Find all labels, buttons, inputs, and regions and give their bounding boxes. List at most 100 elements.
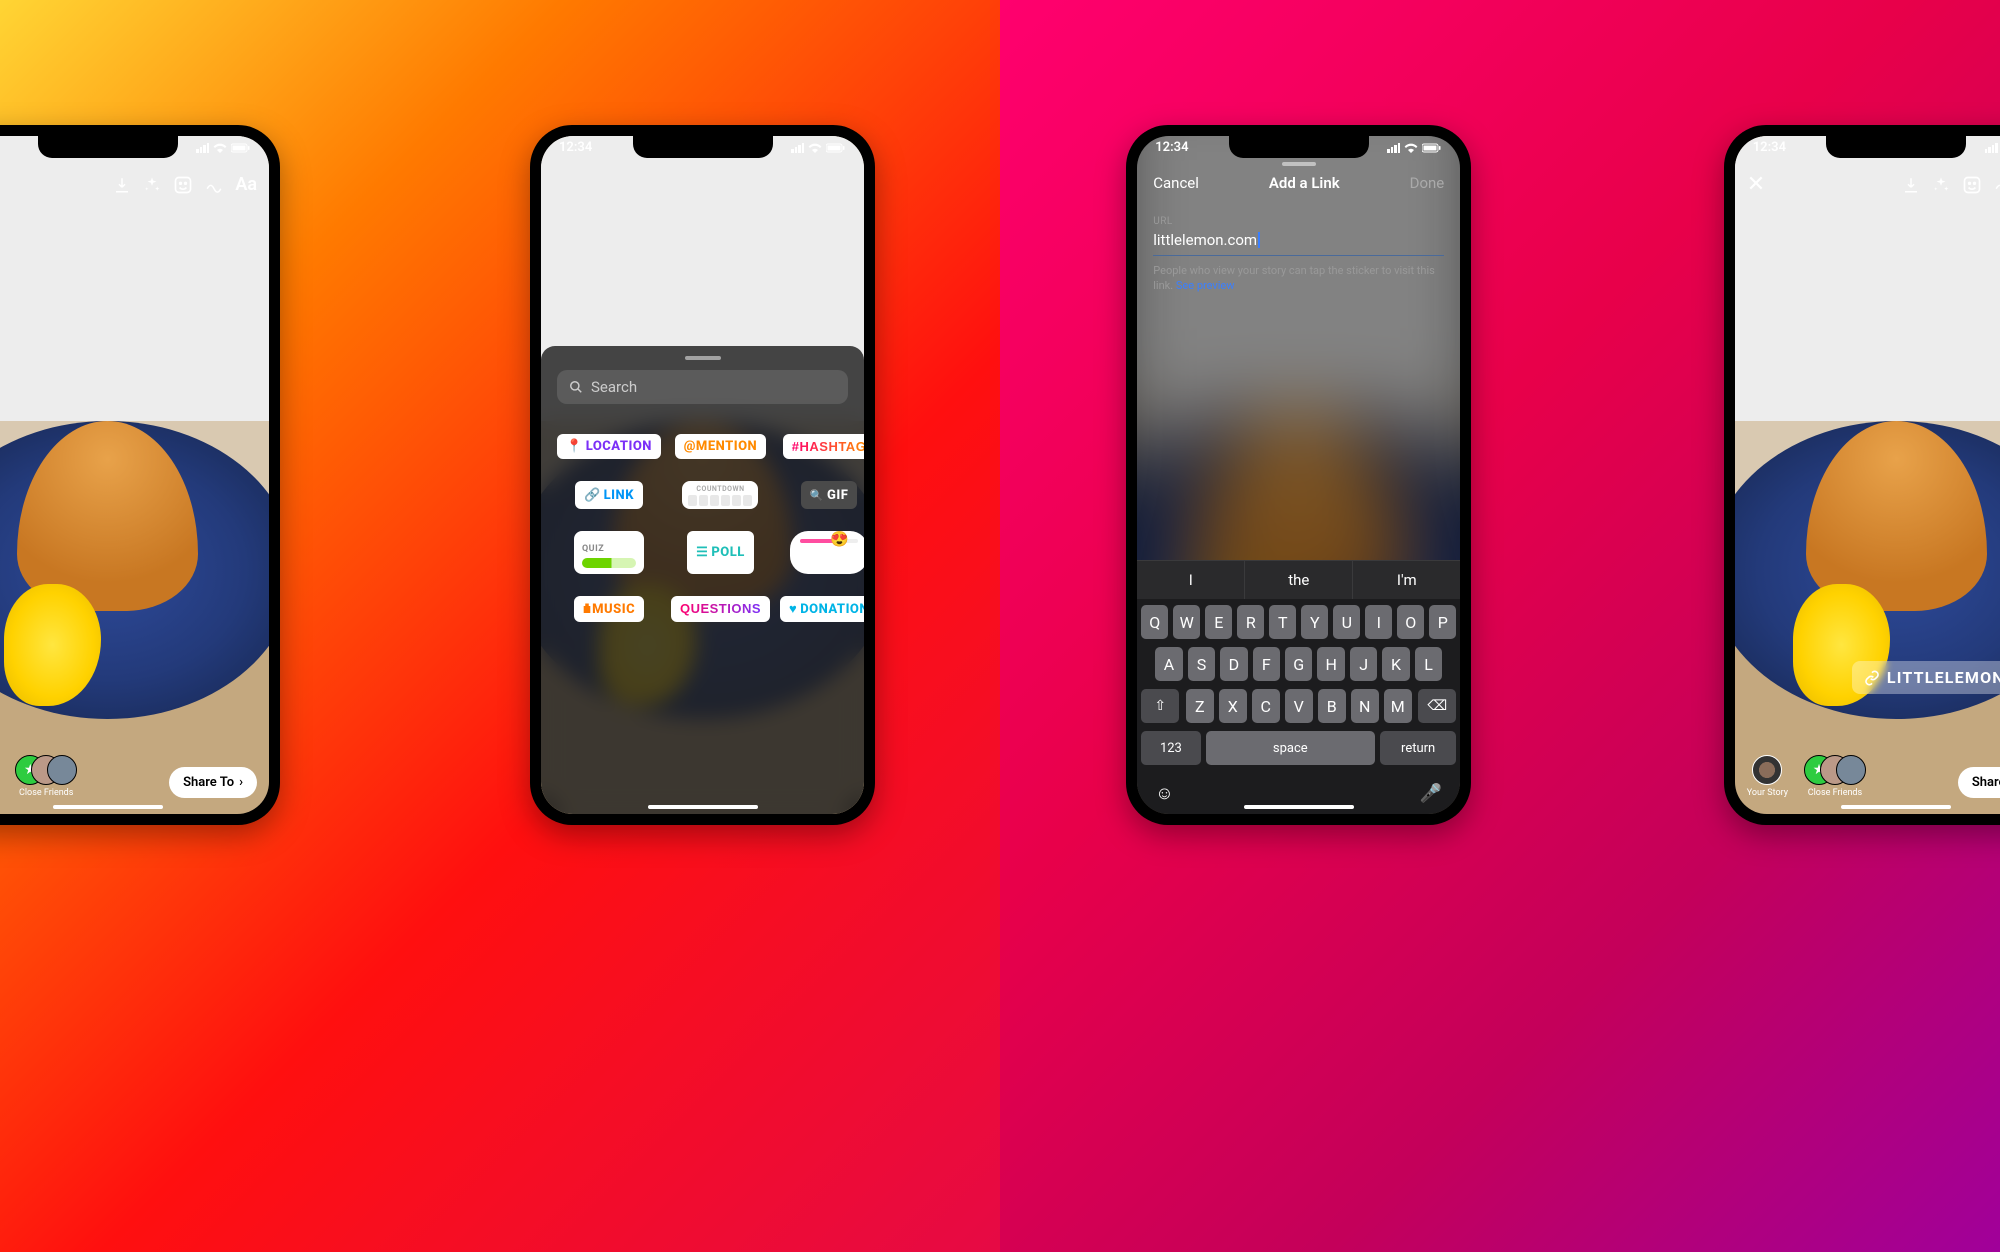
key-x[interactable]: X [1219, 689, 1247, 723]
share-to-button[interactable]: Share To › [169, 767, 257, 798]
close-friends-target[interactable]: ★ Close Friends [1804, 755, 1866, 798]
key-n[interactable]: N [1351, 689, 1379, 723]
key-k[interactable]: K [1382, 647, 1409, 681]
key-s[interactable]: S [1188, 647, 1215, 681]
story-photo [0, 136, 269, 814]
phone-editor-with-link: 12:34 ✕ Aa [1724, 125, 2000, 825]
notch [38, 136, 178, 158]
status-indicators [1985, 140, 2000, 155]
download-icon[interactable] [1902, 176, 1920, 194]
numbers-key[interactable]: 123 [1141, 731, 1200, 765]
search-icon [569, 380, 583, 394]
key-m[interactable]: M [1384, 689, 1412, 723]
sticker-donation[interactable]: ♥DONATION [780, 596, 864, 622]
home-indicator[interactable] [648, 805, 758, 809]
home-indicator[interactable] [1244, 805, 1354, 809]
sticker-music[interactable]: ıllıMUSIC [574, 596, 644, 622]
key-j[interactable]: J [1350, 647, 1377, 681]
return-key[interactable]: return [1380, 731, 1456, 765]
key-g[interactable]: G [1285, 647, 1312, 681]
cancel-button[interactable]: Cancel [1153, 174, 1199, 192]
key-e[interactable]: E [1205, 605, 1232, 639]
suggestion[interactable]: the [1245, 561, 1353, 599]
key-y[interactable]: Y [1301, 605, 1328, 639]
key-i[interactable]: I [1365, 605, 1392, 639]
key-o[interactable]: O [1397, 605, 1424, 639]
help-text: People who view your story can tap the s… [1153, 264, 1444, 294]
bars-icon: ☰ [696, 545, 708, 560]
key-q[interactable]: Q [1141, 605, 1168, 639]
share-to-button[interactable]: Share To › [1958, 767, 2000, 798]
chevron-right-icon: › [239, 775, 243, 790]
sheet-handle[interactable] [1282, 162, 1316, 166]
draw-icon[interactable] [205, 176, 223, 194]
done-button[interactable]: Done [1410, 174, 1445, 192]
key-l[interactable]: L [1415, 647, 1442, 681]
phone-editor: 12:34 ✕ Aa [0, 125, 280, 825]
sticker-search[interactable]: Search [557, 370, 848, 404]
key-z[interactable]: Z [1186, 689, 1214, 723]
sticker-mention[interactable]: @MENTION [675, 434, 766, 459]
phone-add-link: 12:34 Cancel Add a Link Done URL littlel… [1126, 125, 1471, 825]
sticker-link[interactable]: 🔗LINK [575, 481, 643, 509]
emoji-key[interactable]: ☺ [1155, 783, 1173, 804]
draw-icon[interactable] [1994, 176, 2000, 194]
key-h[interactable]: H [1317, 647, 1344, 681]
your-story-target[interactable]: Your Story [1747, 755, 1788, 798]
notch [1229, 136, 1369, 158]
home-indicator[interactable] [53, 805, 163, 809]
url-label: URL [1153, 216, 1444, 227]
editor-toolbar: ✕ Aa [0, 172, 269, 197]
key-t[interactable]: T [1269, 605, 1296, 639]
see-preview-link[interactable]: See preview [1176, 279, 1235, 292]
keyboard[interactable]: I the I'm QWERTYUIOP ASDFGHJKL ⇧ ZXCVBNM… [1137, 560, 1460, 814]
search-icon: 🔍 [810, 489, 824, 502]
key-d[interactable]: D [1220, 647, 1247, 681]
key-c[interactable]: C [1252, 689, 1280, 723]
story-photo [1735, 136, 2000, 814]
notch [1826, 136, 1966, 158]
sticker-location[interactable]: 📍LOCATION [557, 434, 661, 459]
key-r[interactable]: R [1237, 605, 1264, 639]
share-bar: Your Story ★ Close Friends Share To › [1735, 755, 2000, 798]
home-indicator[interactable] [1841, 805, 1951, 809]
sticker-icon[interactable] [1962, 175, 1982, 195]
editor-toolbar: ✕ Aa [1735, 172, 2000, 197]
drawer-handle[interactable] [685, 356, 721, 360]
sticker-gif[interactable]: 🔍GIF [801, 481, 858, 509]
key-v[interactable]: V [1285, 689, 1313, 723]
sticker-poll[interactable]: ☰POLL [687, 531, 754, 574]
keyboard-suggestions[interactable]: I the I'm [1137, 560, 1460, 599]
dictation-key[interactable]: 🎤 [1420, 783, 1442, 804]
sticker-slider[interactable] [790, 531, 864, 574]
suggestion[interactable]: I'm [1353, 561, 1460, 599]
space-key[interactable]: space [1206, 731, 1375, 765]
sticker-icon[interactable] [173, 175, 193, 195]
suggestion[interactable]: I [1137, 561, 1245, 599]
key-w[interactable]: W [1173, 605, 1200, 639]
status-time: 12:34 [1753, 140, 1786, 155]
status-time: 12:34 [559, 140, 592, 155]
link-sticker[interactable]: LITTLELEMON.COM [1852, 661, 2000, 694]
url-input[interactable]: littlelemon.com [1153, 227, 1444, 256]
download-icon[interactable] [113, 176, 131, 194]
key-u[interactable]: U [1333, 605, 1360, 639]
key-p[interactable]: P [1429, 605, 1456, 639]
close-icon[interactable]: ✕ [1747, 172, 1765, 197]
key-a[interactable]: A [1155, 647, 1182, 681]
sticker-quiz[interactable]: QUIZ [574, 531, 644, 574]
heart-icon: ♥ [789, 601, 797, 617]
effects-icon[interactable] [1932, 176, 1950, 194]
backspace-key[interactable]: ⌫ [1418, 689, 1456, 723]
sticker-hashtag[interactable]: #HASHTAG [783, 434, 864, 459]
text-tool[interactable]: Aa [235, 174, 257, 195]
search-placeholder: Search [591, 378, 637, 396]
key-b[interactable]: B [1318, 689, 1346, 723]
key-f[interactable]: F [1253, 647, 1280, 681]
sticker-questions[interactable]: QUESTIONS [671, 596, 770, 622]
sticker-countdown[interactable]: COUNTDOWN [682, 481, 758, 509]
sticker-drawer[interactable]: Search 📍LOCATION @MENTION #HASHTAG 🔗LINK… [541, 346, 864, 814]
effects-icon[interactable] [143, 176, 161, 194]
close-friends-target[interactable]: ★ Close Friends [15, 755, 77, 798]
shift-key[interactable]: ⇧ [1141, 689, 1179, 723]
